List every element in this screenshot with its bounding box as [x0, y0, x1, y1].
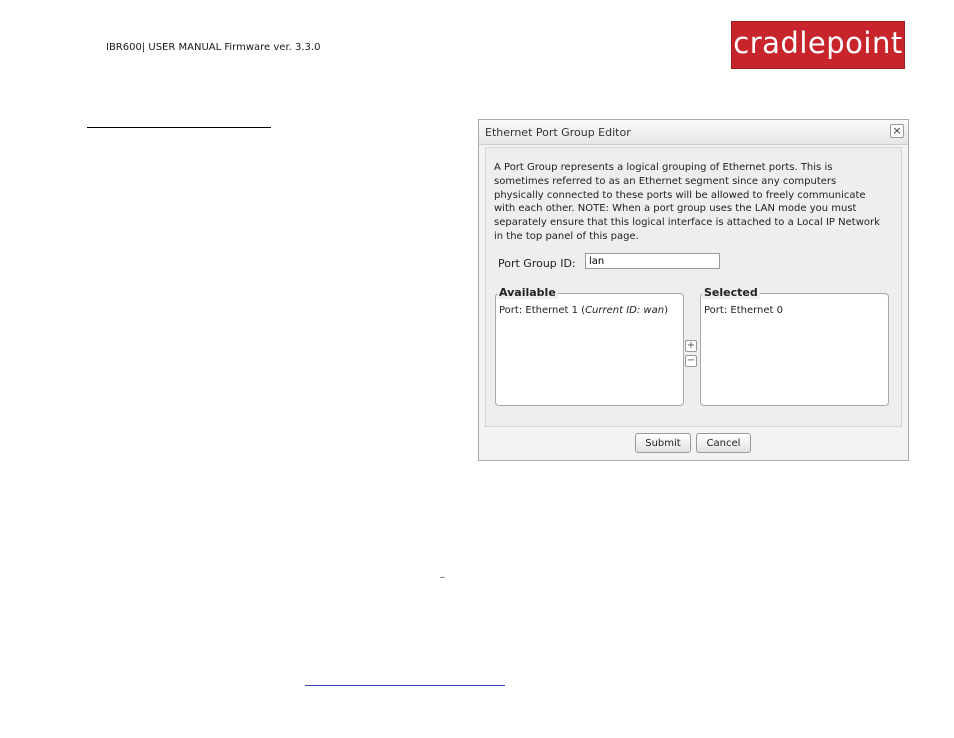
add-port-button[interactable]: + — [685, 340, 697, 352]
description-line: separately ensure that this logical inte… — [494, 217, 880, 229]
available-ports-box: Available Port: Ethernet 1 (Current ID: … — [495, 287, 684, 406]
port-group-editor-dialog: Ethernet Port Group Editor × A Port Grou… — [478, 119, 909, 461]
section-underline — [87, 127, 271, 128]
dialog-body: A Port Group represents a logical groupi… — [485, 147, 902, 427]
cradlepoint-logo: cradlepoint — [731, 21, 905, 69]
dialog-title-bar: Ethernet Port Group Editor × — [479, 120, 908, 145]
link-underline — [305, 685, 505, 686]
close-icon[interactable]: × — [890, 124, 904, 138]
available-port-item[interactable]: Port: Ethernet 1 (Current ID: wan) — [499, 305, 668, 316]
selected-ports-box: Selected Port: Ethernet 0 — [700, 287, 889, 406]
description-line: in the top panel of this page. — [494, 230, 639, 242]
available-legend: Available — [497, 286, 558, 299]
port-group-id-label: Port Group ID: — [498, 257, 576, 270]
description-line: sometimes referred to as an Ethernet seg… — [494, 175, 837, 187]
port-item-text: Port: Ethernet 1 ( — [499, 305, 586, 316]
cancel-button[interactable]: Cancel — [696, 433, 751, 453]
description-line: with each other. NOTE: When a port group… — [494, 203, 857, 215]
submit-button[interactable]: Submit — [635, 433, 691, 453]
dash-mark: – — [440, 572, 445, 583]
plus-icon: + — [686, 340, 696, 351]
selected-legend: Selected — [702, 286, 760, 299]
description-line: A Port Group represents a logical groupi… — [494, 162, 833, 173]
minus-icon: − — [686, 355, 696, 366]
dialog-title: Ethernet Port Group Editor — [485, 126, 631, 139]
manual-header-text: IBR600| USER MANUAL Firmware ver. 3.3.0 — [106, 42, 321, 53]
selected-port-item[interactable]: Port: Ethernet 0 — [704, 305, 783, 316]
logo-text: cradlepoint — [733, 26, 903, 60]
port-current-id: Current ID: wan — [585, 305, 665, 316]
dialog-description: A Port Group represents a logical groupi… — [494, 161, 898, 244]
port-item-suffix: ) — [664, 305, 668, 316]
description-line: physically connected to these ports will… — [494, 189, 866, 201]
remove-port-button[interactable]: − — [685, 355, 697, 367]
port-group-id-input[interactable] — [585, 253, 720, 269]
